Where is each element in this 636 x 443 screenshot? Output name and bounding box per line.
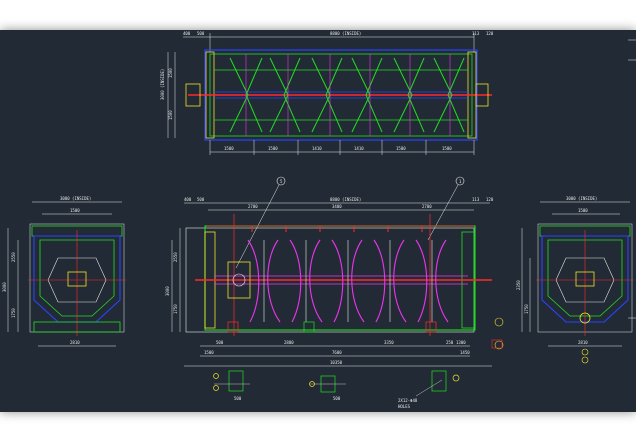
- top-left-dim-2: 500: [197, 31, 205, 36]
- callout-5: 5: [280, 179, 283, 184]
- right-height-2: 1750: [524, 304, 529, 314]
- top-height-dim-b: 1500: [168, 110, 173, 120]
- front-height-1: 3000: [165, 286, 170, 296]
- right-bottom: 2810: [578, 340, 588, 345]
- front-height-2: 2550: [173, 252, 178, 262]
- top-bottom-dim-1: 1500: [224, 146, 234, 151]
- top-bottom-dim-5: 1500: [396, 146, 406, 151]
- front-bottom-dim-1: 500: [216, 340, 224, 345]
- front-overall-bottom: 10350: [330, 360, 343, 365]
- front-top-dim-3: 2700: [422, 204, 432, 209]
- front-right-small-3: 1450: [460, 350, 470, 355]
- top-bottom-dim-2: 1500: [268, 146, 278, 151]
- right-width-inner: 1500: [578, 208, 588, 213]
- top-view: 8800 (INSIDE) 400 500 113 120 3000 (INSI…: [160, 31, 494, 155]
- top-height-dim-a: 1500: [168, 68, 173, 78]
- left-height-1: 3000: [2, 282, 7, 292]
- front-top-dim-2: 3400: [332, 204, 342, 209]
- cad-drawing-canvas[interactable]: 8800 (INSIDE) 400 500 113 120 3000 (INSI…: [0, 30, 636, 412]
- top-right-dim-1: 113: [472, 31, 480, 36]
- front-right-dim-2: 120: [486, 197, 494, 202]
- left-width-top: 3000 (INSIDE): [60, 196, 91, 201]
- cad-drawing: 8800 (INSIDE) 400 500 113 120 3000 (INSI…: [2, 31, 636, 409]
- top-overall-dim: 8800 (INSIDE): [330, 31, 361, 36]
- right-end-view: 3000 (INSIDE) 1500 2350 1750 2810: [516, 196, 634, 364]
- front-bottom-dim-2: 2800: [284, 340, 294, 345]
- left-height-3: 1750: [11, 308, 16, 318]
- front-bottom-dim-3: 3350: [384, 340, 394, 345]
- top-bottom-dim-3: 1410: [312, 146, 322, 151]
- left-height-2: 2550: [11, 252, 16, 262]
- right-width-top: 3000 (INSIDE): [566, 196, 597, 201]
- foundation-dim-1: 500: [234, 396, 242, 401]
- top-left-dim-1: 400: [183, 31, 191, 36]
- foundation-dim-2: 500: [333, 396, 341, 401]
- left-bottom: 2810: [70, 340, 80, 345]
- front-right-small-2: 1300: [456, 340, 466, 345]
- left-end-view: 3000 (INSIDE) 1500 3000 2550 1750 2810: [2, 196, 126, 347]
- front-right-dim-1: 113: [472, 197, 480, 202]
- top-bottom-dim-6: 1500: [442, 146, 452, 151]
- front-right-small-1: 250: [446, 340, 454, 345]
- top-bottom-dim-4: 1410: [354, 146, 364, 151]
- front-bottom-total: 7600: [332, 350, 342, 355]
- hole-note-2: HOLES: [398, 404, 411, 409]
- top-height-dim: 3000 (INSIDE): [160, 69, 165, 100]
- hole-note-1: 2X12-Φ48: [398, 398, 418, 403]
- front-left-dim-1: 400: [184, 197, 192, 202]
- top-right-dim-2: 120: [486, 31, 494, 36]
- left-width-inner: 1500: [70, 208, 80, 213]
- callout-1: 1: [459, 179, 462, 184]
- front-height-3: 1750: [173, 304, 178, 314]
- right-height-1: 2350: [516, 280, 521, 290]
- front-bottom-left: 1500: [204, 350, 214, 355]
- front-top-dim-1: 2700: [248, 204, 258, 209]
- foundation-details: 500 500 2X12-Φ48 HOLES: [213, 370, 460, 409]
- front-left-dim-2: 500: [197, 197, 205, 202]
- front-overall-dim: 8800 (INSIDE): [330, 197, 361, 202]
- front-view: 8800 (INSIDE) 400 500 113 120 2700 3400 …: [165, 176, 504, 367]
